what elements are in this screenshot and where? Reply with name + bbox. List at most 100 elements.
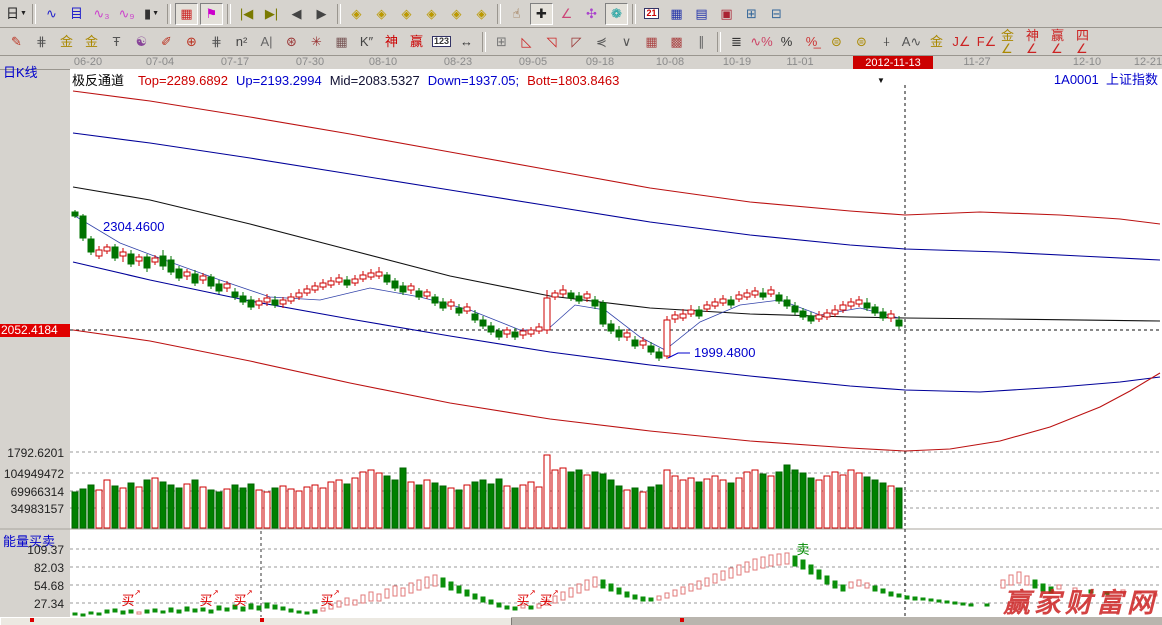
diamond-center-button[interactable]: ◈ xyxy=(470,3,493,25)
last-bar-button[interactable]: ▶| xyxy=(260,3,283,25)
gold-circle2-button[interactable]: ⊜ xyxy=(850,31,873,53)
next-bar-button[interactable]: ▶ xyxy=(310,3,333,25)
pen-tool-button[interactable]: ✎ xyxy=(5,31,28,53)
width-measure-button[interactable]: ↔ xyxy=(455,31,478,53)
diamond-burst-button[interactable]: ◈ xyxy=(420,3,443,25)
info-list-icon[interactable]: 目 xyxy=(65,3,88,25)
gold-angle-button[interactable]: 金∠ xyxy=(1000,31,1023,53)
period-dropdown[interactable]: 日▼ xyxy=(5,3,28,25)
wave3-icon-icon: ∿₃ xyxy=(93,7,109,20)
candle-body xyxy=(256,301,262,305)
percent-button[interactable]: % xyxy=(775,31,798,53)
f-angle-button[interactable]: F∠ xyxy=(975,31,998,53)
indicator-bar xyxy=(833,581,837,588)
f-grid-button[interactable]: Ŧ xyxy=(105,31,128,53)
indicator-bar xyxy=(497,603,501,607)
indicator-bar xyxy=(193,609,197,612)
percent-line-button[interactable]: %̲ xyxy=(800,31,823,53)
candle-body xyxy=(88,239,94,252)
gold-band2-button[interactable]: 金 xyxy=(80,31,103,53)
diamond-both-button[interactable]: ◈ xyxy=(395,3,418,25)
diamond-out-button[interactable]: ◈ xyxy=(445,3,468,25)
gold-circle1-button[interactable]: ⊜ xyxy=(825,31,848,53)
scrollbar-thumb[interactable] xyxy=(0,617,512,625)
export-data-button[interactable]: ⊟ xyxy=(765,3,788,25)
volume-bar xyxy=(88,485,94,528)
ying-tool-button[interactable]: 赢 xyxy=(405,31,428,53)
volume-bar xyxy=(376,473,382,528)
angle-measure-button[interactable]: ∠ xyxy=(555,3,578,25)
hand-tool-button[interactable]: ☝ xyxy=(505,3,528,25)
starburst-tool-button[interactable]: ✳ xyxy=(305,31,328,53)
knot-tool-button[interactable]: ❁ xyxy=(605,3,628,25)
date-label: 10-19 xyxy=(723,56,751,68)
rays-tool-button[interactable]: ◺ xyxy=(515,31,538,53)
indicator-bar xyxy=(985,604,989,606)
gold-line-button[interactable]: 金 xyxy=(925,31,948,53)
zigzag-tool-button[interactable]: ∨ xyxy=(615,31,638,53)
wave3-icon[interactable]: ∿₃ xyxy=(90,3,113,25)
grid-red1-button[interactable]: ▦ xyxy=(640,31,663,53)
candle-style-dropdown[interactable]: ▮▼ xyxy=(140,3,163,25)
flower-tool-button[interactable]: ✣ xyxy=(580,3,603,25)
a-wave-button[interactable]: A∿ xyxy=(900,31,923,53)
horizontal-scrollbar[interactable] xyxy=(0,617,1162,625)
export-chart-button[interactable]: ⊞ xyxy=(740,3,763,25)
indicator-bar xyxy=(417,580,421,590)
shen-angle-button[interactable]: 神∠ xyxy=(1025,31,1048,53)
pattern-grid-icon[interactable]: ▦ xyxy=(175,3,198,25)
indicator-bar xyxy=(737,565,741,575)
indicator-bar xyxy=(361,595,365,603)
box-rays-button[interactable]: ◸ xyxy=(565,31,588,53)
candle-body xyxy=(248,300,254,307)
volume-bar xyxy=(120,488,126,528)
volume-bar xyxy=(304,487,310,528)
dropdown-arrow-icon: ▼ xyxy=(20,10,27,17)
candle-body xyxy=(872,307,878,313)
candle-body xyxy=(488,326,494,332)
save-button[interactable]: ▣ xyxy=(715,3,738,25)
grid-red2-button[interactable]: ▩ xyxy=(665,31,688,53)
flag-note-button[interactable]: ⍭ xyxy=(875,31,898,53)
kline-chart[interactable]: 买↗买↗买↗买↗买↗买↗卖2304.46001999.4800赢家财富网 xyxy=(0,69,1162,617)
indicator-bar xyxy=(81,614,85,616)
crosshair-tool-button[interactable]: ✚ xyxy=(530,3,553,25)
diamond-right-button[interactable]: ◈ xyxy=(370,3,393,25)
n-squared-button[interactable]: n² xyxy=(230,31,253,53)
candle-body xyxy=(224,284,230,288)
fan-box-button[interactable]: ◹ xyxy=(540,31,563,53)
compass-tool-button[interactable]: ⊛ xyxy=(280,31,303,53)
brush2-tool-button[interactable]: ✐ xyxy=(155,31,178,53)
box-handles-button[interactable]: ⊞ xyxy=(490,31,513,53)
k-notation-button[interactable]: K″ xyxy=(355,31,378,53)
color-flag-icon[interactable]: ⚑ xyxy=(200,3,223,25)
notepad-button[interactable]: ▤ xyxy=(690,3,713,25)
a-mirror-button[interactable]: A| xyxy=(255,31,278,53)
wave9-icon[interactable]: ∿₉ xyxy=(115,3,138,25)
comb-grid-button[interactable]: ⋕ xyxy=(30,31,53,53)
si-angle-button[interactable]: 四∠ xyxy=(1075,31,1098,53)
circle-clock-button[interactable]: ⊕ xyxy=(180,31,203,53)
spiral-tool-button[interactable]: ☯ xyxy=(130,31,153,53)
slant-lines-button[interactable]: ∥ xyxy=(690,31,713,53)
calculator-button[interactable]: ▦ xyxy=(665,3,688,25)
measure-list-button[interactable]: ≣ xyxy=(725,31,748,53)
comb-grid2-button[interactable]: ⋕ xyxy=(205,31,228,53)
percent-wave-button[interactable]: ∿% xyxy=(750,31,773,53)
candle-body xyxy=(608,324,614,331)
candle-body xyxy=(848,302,854,306)
diamond-left-button[interactable]: ◈ xyxy=(345,3,368,25)
ruler-123-button[interactable]: 123 xyxy=(430,31,453,53)
prev-bar-button[interactable]: ◀ xyxy=(285,3,308,25)
gold-band1-button[interactable]: 金 xyxy=(55,31,78,53)
calendar-21-button[interactable]: 21 xyxy=(640,3,663,25)
volume-bar xyxy=(416,485,422,528)
grid-target-button[interactable]: ▦ xyxy=(330,31,353,53)
wave-overlay-icon[interactable]: ∿ xyxy=(40,3,63,25)
indicator-bar xyxy=(1009,575,1013,585)
j-angle-button[interactable]: J∠ xyxy=(950,31,973,53)
first-bar-button[interactable]: |◀ xyxy=(235,3,258,25)
ying-angle-button[interactable]: 赢∠ xyxy=(1050,31,1073,53)
angle-lines-button[interactable]: ⋞ xyxy=(590,31,613,53)
shen-tool-button[interactable]: 神 xyxy=(380,31,403,53)
